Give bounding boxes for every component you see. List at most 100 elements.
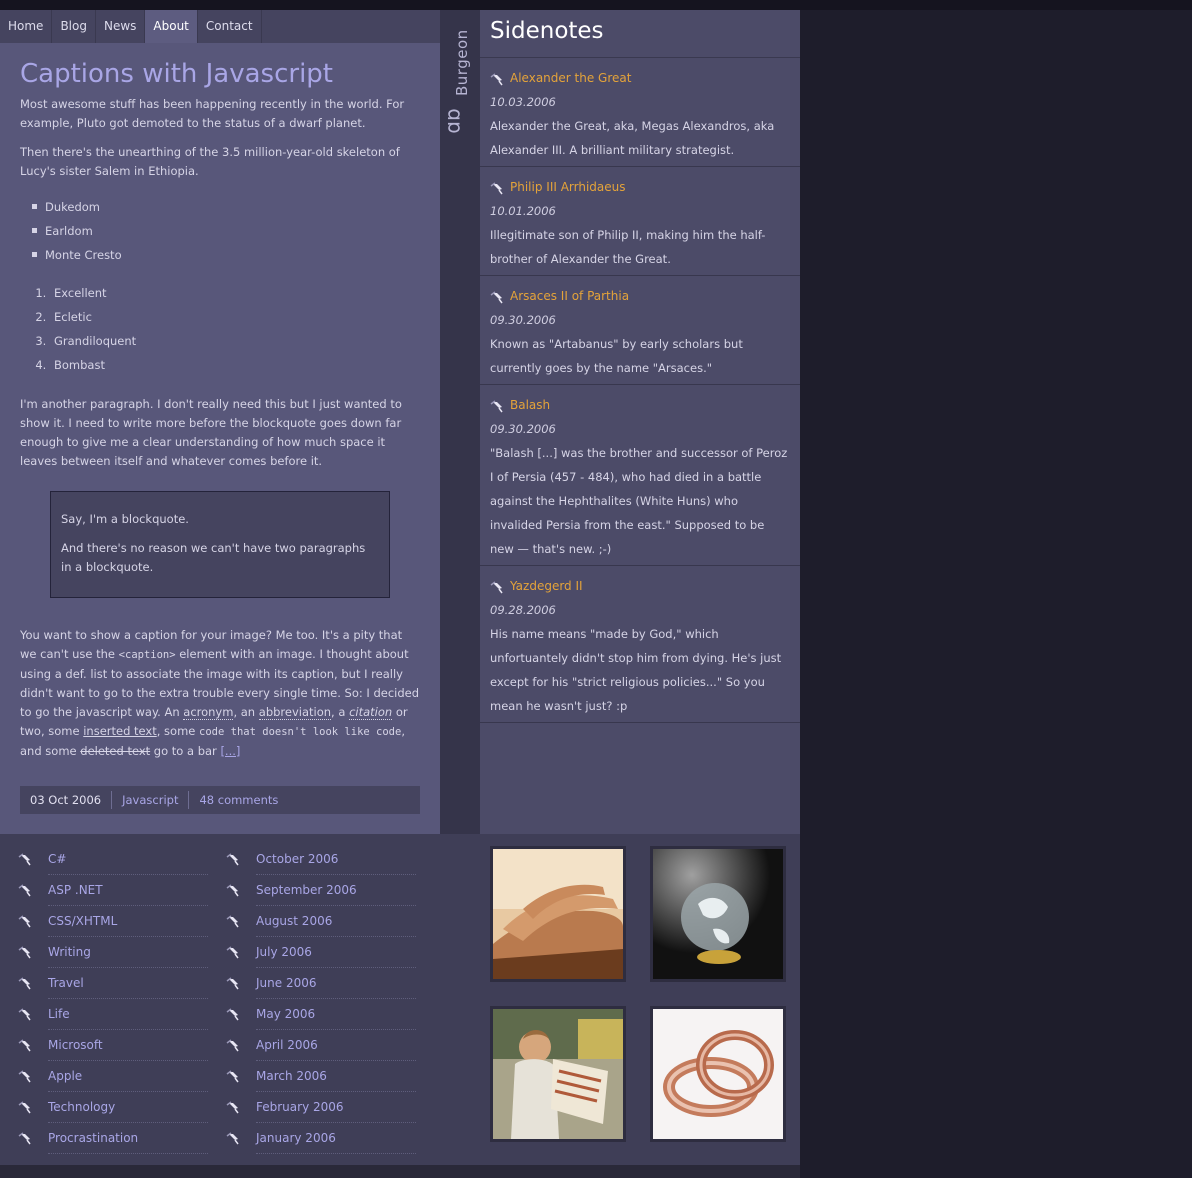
sidenote-header: Alexander the Great [490,66,790,90]
list-item: Grandiloquent [50,329,420,353]
acronym: acronym [183,705,234,720]
list-item: Ecletic [50,305,420,329]
archive-link[interactable]: June 2006 [226,968,416,999]
category-link[interactable]: Writing [18,937,208,968]
sidenote-title-link[interactable]: Yazdegerd II [510,574,583,598]
category-link[interactable]: C# [18,844,208,875]
site-logo[interactable]: Burgeon db [443,24,477,134]
pushpin-icon [18,883,32,898]
archive-link[interactable]: October 2006 [226,844,416,875]
pushpin-icon [18,1069,32,1084]
paragraph: Then there's the unearthing of the 3.5 m… [20,145,400,178]
category-link-label[interactable]: ASP .NET [48,875,208,906]
category-link[interactable]: Microsoft [18,1030,208,1061]
hands-image [493,849,623,979]
post-category-link[interactable]: Javascript [112,791,190,809]
hands-photo[interactable] [490,846,626,982]
category-link-label[interactable]: Procrastination [48,1123,208,1154]
archive-link[interactable]: February 2006 [226,1092,416,1123]
archive-link[interactable]: April 2006 [226,1030,416,1061]
sidenote-item: Yazdegerd II 09.28.2006 His name means "ma… [480,566,800,723]
footer-bar [0,1165,800,1178]
category-link-label[interactable]: Writing [48,937,208,968]
child-reading-photo[interactable] [490,1006,626,1142]
category-link[interactable]: CSS/XHTML [18,906,208,937]
category-link[interactable]: Travel [18,968,208,999]
sidenote-item: Arsaces II of Parthia 09.30.2006 Known as … [480,276,800,385]
read-more-link[interactable]: [...] [220,744,240,758]
rings-photo[interactable] [650,1006,786,1142]
archive-link-label[interactable]: October 2006 [256,844,416,875]
nav-blog[interactable]: Blog [52,10,96,43]
category-link[interactable]: Technology [18,1092,208,1123]
sidenote-date: 10.01.2006 [490,204,556,218]
category-link-label[interactable]: Life [48,999,208,1030]
globe-photo[interactable] [650,846,786,982]
globe-image [653,849,783,979]
archive-link[interactable]: March 2006 [226,1061,416,1092]
archive-link-label[interactable]: September 2006 [256,875,416,906]
paragraph: Most awesome stuff has been happening re… [20,97,405,130]
quote-paragraph: Say, I'm a blockquote. [61,512,189,526]
paragraph: I'm another paragraph. I don't really ne… [20,397,402,468]
category-link-label[interactable]: Technology [48,1092,208,1123]
db-logo-icon: db [448,108,465,133]
post-title[interactable]: Captions with Javascript [20,57,420,91]
archive-link[interactable]: September 2006 [226,875,416,906]
bullet-list: Dukedom Earldom Monte Cresto [32,195,420,267]
pushpin-icon [226,914,240,929]
sidenote-title-link[interactable]: Philip III Arrhidaeus [510,175,626,199]
inline-code: <caption> [118,649,176,661]
archive-link-label[interactable]: June 2006 [256,968,416,999]
category-link[interactable]: Procrastination [18,1123,208,1154]
deleted-text: deleted text [80,744,151,758]
archive-link-label[interactable]: April 2006 [256,1030,416,1061]
archive-link[interactable]: July 2006 [226,937,416,968]
sidenote-date: 10.03.2006 [490,95,556,109]
inline-code: code that doesn't look like code [199,726,402,738]
archive-link-label[interactable]: February 2006 [256,1092,416,1123]
archive-list: October 2006 September 2006 August 2006 Jul… [226,844,416,1154]
archive-link-label[interactable]: July 2006 [256,937,416,968]
list-item: Earldom [32,219,420,243]
nav-home[interactable]: Home [0,10,53,43]
archive-link[interactable]: January 2006 [226,1123,416,1154]
sidenote-date: 09.28.2006 [490,603,556,617]
category-link-label[interactable]: CSS/XHTML [48,906,208,937]
archive-link[interactable]: August 2006 [226,906,416,937]
pushpin-icon [226,1038,240,1053]
category-link-label[interactable]: Microsoft [48,1030,208,1061]
category-link[interactable]: Life [18,999,208,1030]
pushpin-icon [226,1131,240,1146]
archive-link-label[interactable]: March 2006 [256,1061,416,1092]
pushpin-icon [226,1069,240,1084]
sidenote-body: Known as "Artabanus" by early scholars b… [490,337,743,375]
category-link-label[interactable]: Apple [48,1061,208,1092]
archive-link-label[interactable]: August 2006 [256,906,416,937]
category-link-label[interactable]: C# [48,844,208,875]
sidenotes-title: Sidenotes [480,10,800,58]
nav-about[interactable]: About [145,10,198,43]
pushpin-icon [226,883,240,898]
archive-link-label[interactable]: May 2006 [256,999,416,1030]
sidenote-title-link[interactable]: Balash [510,393,550,417]
nav-contact[interactable]: Contact [198,10,262,43]
post-comments-link[interactable]: 48 comments [189,791,288,809]
pushpin-icon [226,1100,240,1115]
text-run: , an [233,705,259,719]
list-item: Monte Cresto [32,243,420,267]
sidenote-title-link[interactable]: Alexander the Great [510,66,631,90]
category-link[interactable]: ASP .NET [18,875,208,906]
pushpin-icon [490,398,504,413]
nav-news[interactable]: News [96,10,146,43]
text-run: , a [331,705,350,719]
post-content: Captions with Javascript Most awesome st… [0,43,440,814]
site-name: Burgeon [453,29,471,96]
category-link[interactable]: Apple [18,1061,208,1092]
archive-link-label[interactable]: January 2006 [256,1123,416,1154]
category-link-label[interactable]: Travel [48,968,208,999]
pushpin-icon [18,1038,32,1053]
child-reading-image [493,1009,623,1139]
sidenote-title-link[interactable]: Arsaces II of Parthia [510,284,629,308]
archive-link[interactable]: May 2006 [226,999,416,1030]
